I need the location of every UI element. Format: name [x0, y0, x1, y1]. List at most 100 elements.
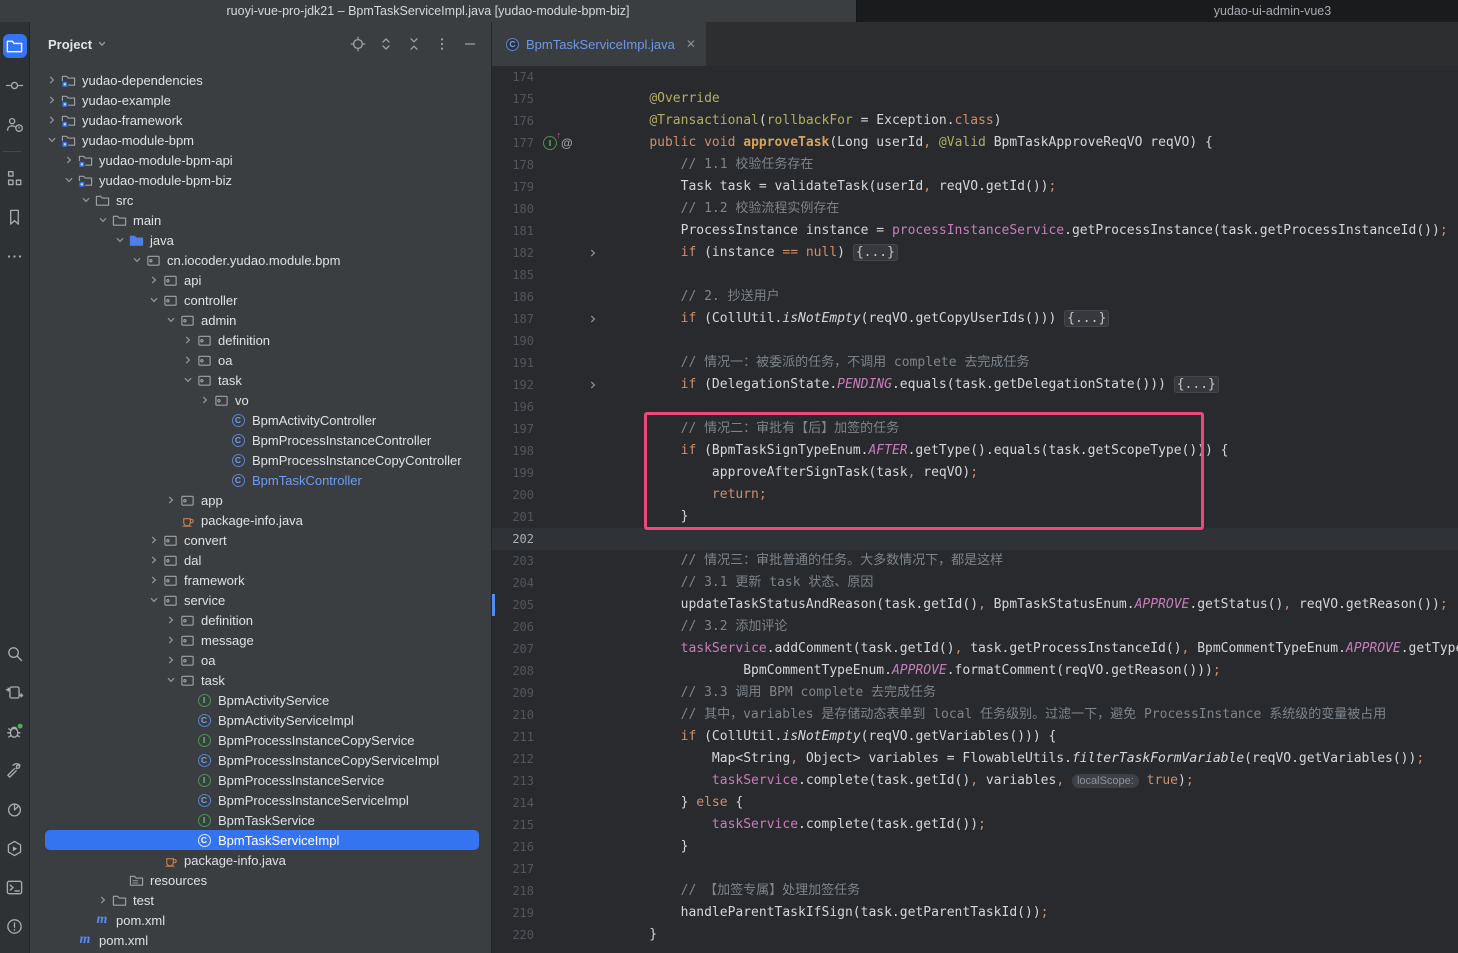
fold-arrow-icon[interactable] [584, 248, 602, 258]
code-line-202[interactable]: 202 [492, 528, 1458, 550]
terminal-tool-terminal-icon[interactable] [3, 875, 27, 899]
background-window-title[interactable]: yudao-ui-admin-vue3 [857, 0, 1458, 22]
code-area[interactable]: 174175 @Override176 @Transactional(rollb… [492, 66, 1458, 953]
tree-item-cn-iocoder-yudao-module-bpm[interactable]: cn.iocoder.yudao.module.bpm [45, 250, 479, 270]
code-line-178[interactable]: 178 // 1.1 校验任务存在 [492, 154, 1458, 176]
tree-chevron-icon[interactable] [181, 355, 195, 365]
code-line-179[interactable]: 179 Task task = validateTask(userId, req… [492, 176, 1458, 198]
code-line-199[interactable]: 199 approveAfterSignTask(task, reqVO); [492, 462, 1458, 484]
code-line-177[interactable]: 177I↑@ public void approveTask(Long user… [492, 132, 1458, 154]
tree-item-yudao-dependencies[interactable]: yudao-dependencies [45, 70, 479, 90]
tree-chevron-icon[interactable] [164, 495, 178, 505]
tree-item-java[interactable]: java [45, 230, 479, 250]
tree-chevron-icon[interactable] [45, 95, 59, 105]
code-line-204[interactable]: 204 // 3.1 更新 task 状态、原因 [492, 572, 1458, 594]
tree-chevron-icon[interactable] [147, 535, 161, 545]
build-tool-build-icon[interactable] [3, 758, 27, 782]
code-line-215[interactable]: 215 taskService.complete(task.getId()); [492, 814, 1458, 836]
tree-item-dal[interactable]: dal [45, 550, 479, 570]
tab-bpmtaskserviceimpl[interactable]: C BpmTaskServiceImpl.java ✕ [492, 22, 706, 66]
tree-item-bpmprocessinstancecopycontroller[interactable]: CBpmProcessInstanceCopyController [45, 450, 479, 470]
code-line-176[interactable]: 176 @Transactional(rollbackFor = Excepti… [492, 110, 1458, 132]
code-line-191[interactable]: 191 // 情况一：被委派的任务，不调用 complete 去完成任务 [492, 352, 1458, 374]
fold-arrow-icon[interactable] [584, 380, 602, 390]
tree-chevron-icon[interactable] [198, 395, 212, 405]
code-line-201[interactable]: 201 } [492, 506, 1458, 528]
tree-chevron-icon[interactable] [147, 295, 161, 305]
code-line-206[interactable]: 206 // 3.2 添加评论 [492, 616, 1458, 638]
code-line-180[interactable]: 180 // 1.2 校验流程实例存在 [492, 198, 1458, 220]
code-line-210[interactable]: 210 // 其中，variables 是存储动态表单到 local 任务级别。… [492, 704, 1458, 726]
code-line-186[interactable]: 186 // 2. 抄送用户 [492, 286, 1458, 308]
code-line-209[interactable]: 209 // 3.3 调用 BPM complete 去完成任务 [492, 682, 1458, 704]
folded-region[interactable]: {...} [853, 244, 898, 261]
tree-item-bpmactivityserviceimpl[interactable]: CBpmActivityServiceImpl [45, 710, 479, 730]
tree-item-definition[interactable]: definition [45, 330, 479, 350]
tree-chevron-icon[interactable] [181, 335, 195, 345]
tree-item-task[interactable]: task [45, 670, 479, 690]
tree-item-package-info-java[interactable]: package-info.java [45, 510, 479, 530]
tree-chevron-icon[interactable] [45, 135, 59, 145]
tree-chevron-icon[interactable] [147, 555, 161, 565]
services-tool-services-icon[interactable] [3, 836, 27, 860]
tree-chevron-icon[interactable] [164, 675, 178, 685]
tree-chevron-icon[interactable] [164, 315, 178, 325]
folded-region[interactable]: {...} [1174, 376, 1219, 393]
tree-item-yudao-module-bpm[interactable]: yudao-module-bpm [45, 130, 479, 150]
code-line-196[interactable]: 196 [492, 396, 1458, 418]
tree-item-main[interactable]: main [45, 210, 479, 230]
tree-item-yudao-module-bpm-api[interactable]: yudao-module-bpm-api [45, 150, 479, 170]
folded-region[interactable]: {...} [1064, 310, 1109, 327]
tree-item-task[interactable]: task [45, 370, 479, 390]
tree-item-test[interactable]: test [45, 890, 479, 910]
tree-item-pom-xml[interactable]: mpom.xml [45, 910, 479, 930]
fold-arrow-icon[interactable] [584, 314, 602, 324]
tree-item-convert[interactable]: convert [45, 530, 479, 550]
tree-item-package-info-java[interactable]: package-info.java [45, 850, 479, 870]
tree-chevron-icon[interactable] [147, 275, 161, 285]
chevron-down-icon[interactable] [97, 39, 107, 49]
code-line-214[interactable]: 214 } else { [492, 792, 1458, 814]
search-tool-search-icon[interactable] [3, 641, 27, 665]
tree-item-bpmprocessinstancecopyservice[interactable]: IBpmProcessInstanceCopyService [45, 730, 479, 750]
tree-item-admin[interactable]: admin [45, 310, 479, 330]
tree-item-bpmtaskservice[interactable]: IBpmTaskService [45, 810, 479, 830]
code-line-175[interactable]: 175 @Override [492, 88, 1458, 110]
tree-chevron-icon[interactable] [62, 155, 76, 165]
tree-chevron-icon[interactable] [96, 215, 110, 225]
tree-chevron-icon[interactable] [113, 235, 127, 245]
code-line-213[interactable]: 213 taskService.complete(task.getId(), v… [492, 770, 1458, 792]
profiler-tool-profiler-icon[interactable] [3, 797, 27, 821]
tree-item-bpmactivityservice[interactable]: IBpmActivityService [45, 690, 479, 710]
tree-item-bpmtaskserviceimpl[interactable]: CBpmTaskServiceImpl [45, 830, 479, 850]
code-line-207[interactable]: 207 taskService.addComment(task.getId(),… [492, 638, 1458, 660]
problems-tool-problems-icon[interactable] [3, 914, 27, 938]
code-line-185[interactable]: 185 [492, 264, 1458, 286]
close-icon[interactable]: ✕ [686, 37, 696, 51]
code-line-218[interactable]: 218 // 【加签专属】处理加签任务 [492, 880, 1458, 902]
tree-chevron-icon[interactable] [45, 115, 59, 125]
tree-item-framework[interactable]: framework [45, 570, 479, 590]
tree-item-controller[interactable]: controller [45, 290, 479, 310]
tree-item-bpmactivitycontroller[interactable]: CBpmActivityController [45, 410, 479, 430]
tree-chevron-icon[interactable] [62, 175, 76, 185]
code-line-208[interactable]: 208 BpmCommentTypeEnum.APPROVE.formatCom… [492, 660, 1458, 682]
tree-item-bpmprocessinstancecontroller[interactable]: CBpmProcessInstanceController [45, 430, 479, 450]
tree-item-definition[interactable]: definition [45, 610, 479, 630]
debug-tool-debug-icon[interactable] [3, 719, 27, 743]
tree-item-pom-xml[interactable]: mpom.xml [45, 930, 479, 950]
tree-chevron-icon[interactable] [164, 655, 178, 665]
pull-requests-tool-pullreq-icon[interactable] [3, 112, 27, 136]
tree-chevron-icon[interactable] [181, 375, 195, 385]
tree-item-src[interactable]: src [45, 190, 479, 210]
tree-chevron-icon[interactable] [147, 595, 161, 605]
code-line-220[interactable]: 220 } [492, 924, 1458, 946]
tree-chevron-icon[interactable] [147, 575, 161, 585]
code-line-203[interactable]: 203 // 情况三：审批普通的任务。大多数情况下，都是这样 [492, 550, 1458, 572]
expand-all-icon[interactable] [375, 33, 397, 55]
code-line-212[interactable]: 212 Map<String, Object> variables = Flow… [492, 748, 1458, 770]
locate-file-icon[interactable] [347, 33, 369, 55]
code-line-219[interactable]: 219 handleParentTaskIfSign(task.getParen… [492, 902, 1458, 924]
options-icon[interactable] [431, 33, 453, 55]
commit-tool-commit-icon[interactable] [3, 73, 27, 97]
